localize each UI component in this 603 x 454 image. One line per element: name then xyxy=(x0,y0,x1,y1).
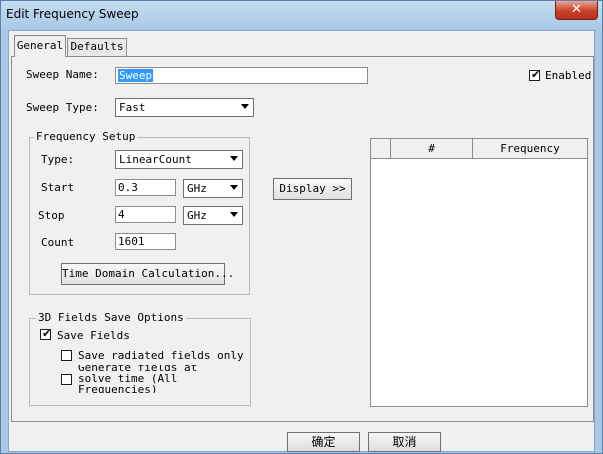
chevron-down-icon xyxy=(241,104,249,109)
sweep-type-select[interactable]: Fast xyxy=(115,98,254,117)
type-value: LinearCount xyxy=(119,153,192,166)
chevron-down-icon xyxy=(230,212,238,217)
type-select[interactable]: LinearCount xyxy=(115,150,243,169)
start-label: Start xyxy=(41,181,75,194)
close-icon: ✕ xyxy=(571,2,582,17)
cancel-button[interactable]: 取消 xyxy=(368,432,441,452)
tab-general-label: General xyxy=(16,39,64,52)
table-corner-header xyxy=(371,139,391,159)
type-label: Type: xyxy=(41,153,75,166)
sweep-name-label: Sweep Name: xyxy=(26,68,99,81)
tab-defaults[interactable]: Defaults xyxy=(67,38,127,56)
sweep-name-value: Sweep xyxy=(118,69,154,82)
stop-input[interactable]: 4 xyxy=(115,206,176,223)
check-icon: ✔ xyxy=(531,68,541,81)
count-label: Count xyxy=(41,236,75,249)
sweep-type-value: Fast xyxy=(119,101,146,114)
column-header-frequency[interactable]: Frequency xyxy=(473,139,587,159)
start-input[interactable]: 0.3 xyxy=(115,179,176,196)
frequency-setup-title: Frequency Setup xyxy=(34,130,138,143)
save-fields-checkbox[interactable]: ✔ xyxy=(40,327,52,340)
sweep-name-input[interactable]: Sweep xyxy=(115,67,368,84)
generate-fields-label: Generate fields at solve time (All Frequ… xyxy=(78,365,228,393)
save-radiated-checkbox[interactable] xyxy=(61,350,72,361)
fields-save-title: 3D Fields Save Options xyxy=(36,311,186,324)
close-button[interactable]: ✕ xyxy=(555,1,598,20)
stop-unit-select[interactable]: GHz xyxy=(183,206,243,225)
stop-label: Stop xyxy=(38,209,65,222)
frequency-table[interactable] xyxy=(370,138,588,407)
save-fields-label: Save Fields xyxy=(57,329,130,342)
window-title: Edit Frequency Sweep xyxy=(6,7,139,21)
generate-fields-checkbox[interactable] xyxy=(61,374,72,385)
ok-button[interactable]: 确定 xyxy=(287,432,360,452)
tab-general[interactable]: General xyxy=(14,35,66,57)
generate-fields-line-3: Frequencies) xyxy=(78,383,158,393)
check-icon: ✔ xyxy=(42,327,52,340)
display-button[interactable]: Display >> xyxy=(273,178,352,200)
start-unit-value: GHz xyxy=(187,182,207,195)
sweep-type-label: Sweep Type: xyxy=(26,101,99,114)
tab-defaults-label: Defaults xyxy=(70,40,124,53)
chevron-down-icon xyxy=(230,185,238,190)
time-domain-calculation-button[interactable]: Time Domain Calculation... xyxy=(61,263,234,285)
stop-unit-value: GHz xyxy=(187,209,207,222)
start-unit-select[interactable]: GHz xyxy=(183,179,243,198)
enabled-label: Enabled xyxy=(545,69,592,82)
count-input[interactable]: 1601 xyxy=(115,233,176,250)
enabled-checkbox[interactable]: ✔ xyxy=(529,68,541,81)
column-header-number[interactable]: # xyxy=(391,139,473,159)
save-radiated-label: Save radiated fields only xyxy=(78,349,244,362)
chevron-down-icon xyxy=(230,156,238,161)
